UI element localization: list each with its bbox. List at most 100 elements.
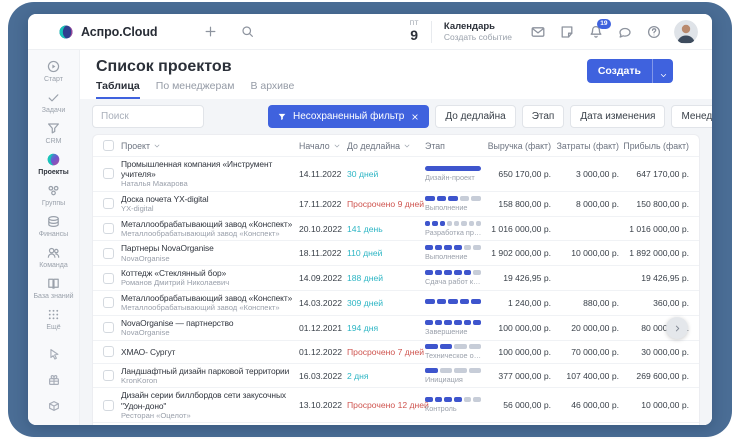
- project-title[interactable]: ХМАО- Сургут: [121, 347, 295, 357]
- filter-button[interactable]: До дедлайна: [435, 105, 515, 128]
- row-checkbox[interactable]: [103, 322, 114, 333]
- active-filter-chip[interactable]: Несохраненный фильтр: [268, 105, 429, 128]
- sidebar-item-start[interactable]: Старт: [28, 56, 79, 87]
- table-row[interactable]: Коттедж «Стеклянный бор»Романов Дмитрий …: [93, 266, 699, 291]
- stage-cell: Техническое оснащение: [425, 344, 485, 360]
- stage-progress-bar: [425, 299, 481, 304]
- calendar-create-event[interactable]: Создать событие: [444, 32, 512, 42]
- chevron-down-icon: [333, 142, 341, 150]
- user-avatar[interactable]: [674, 20, 698, 44]
- row-checkbox[interactable]: [103, 273, 114, 284]
- row-checkbox[interactable]: [103, 400, 114, 411]
- row-checkbox[interactable]: [103, 198, 114, 209]
- stage-segment: [435, 270, 443, 275]
- row-checkbox[interactable]: [103, 297, 114, 308]
- app-logo[interactable]: Аспро.Cloud: [58, 24, 157, 40]
- stage-segment: [425, 344, 438, 349]
- project-title[interactable]: Металлообрабатывающий завод «Конспект»: [121, 293, 295, 303]
- project-title[interactable]: Ландшафтный дизайн парковой территории: [121, 366, 295, 376]
- column-header-label: Этап: [425, 141, 445, 151]
- sidebar-item-finance[interactable]: Финансы: [28, 211, 79, 242]
- table-row[interactable]: Металлообрабатывающий завод «Конспект»Ме…: [93, 291, 699, 316]
- calendar-widget[interactable]: Календарь Создать событие: [444, 21, 512, 43]
- column-header[interactable]: Этап: [425, 141, 485, 151]
- project-title[interactable]: Дизайн серии биллбордов сети закусочных …: [121, 390, 295, 410]
- column-header[interactable]: Начало: [299, 141, 343, 151]
- search-icon[interactable]: [240, 24, 255, 39]
- calendar-date[interactable]: ПТ 9: [409, 21, 418, 43]
- sidebar-item-label: Старт: [44, 76, 63, 84]
- project-title[interactable]: Промышленная компания «Инструмент учител…: [121, 159, 295, 179]
- tab-table[interactable]: Таблица: [96, 80, 140, 99]
- project-subtitle: Романов Дмитрий Николаевич: [121, 279, 295, 288]
- projects-icon: [46, 152, 61, 167]
- filter-button[interactable]: Этап: [522, 105, 565, 128]
- logo-icon: [58, 24, 74, 40]
- stage-label: Дизайн-проект: [425, 173, 483, 182]
- column-header[interactable]: Затраты (факт): [555, 141, 619, 151]
- select-all-checkbox[interactable]: [103, 140, 114, 151]
- gift-icon[interactable]: [47, 373, 61, 387]
- bell-button[interactable]: 19: [588, 24, 604, 40]
- topbar: Аспро.Cloud ПТ 9 Календарь Создать событ…: [28, 14, 712, 50]
- table-row[interactable]: Ландшафтный дизайн парковой территорииKr…: [93, 364, 699, 389]
- row-checkbox[interactable]: [103, 346, 114, 357]
- note-button[interactable]: [559, 24, 575, 40]
- table-row[interactable]: Металлообрабатывающий завод «Конспект»Ме…: [93, 217, 699, 242]
- sidebar-item-more[interactable]: Ещё: [28, 304, 79, 335]
- scroll-right-button[interactable]: [666, 317, 688, 339]
- create-dropdown-toggle[interactable]: [653, 59, 673, 83]
- table-row[interactable]: Дизайн интерьера апартаментов на Винницк…: [93, 423, 699, 425]
- row-checkbox[interactable]: [103, 248, 114, 259]
- revenue-value: 1 902 000,00 р.: [489, 248, 551, 258]
- tab-by-managers[interactable]: По менеджерам: [156, 80, 235, 99]
- deadline-value: 309 дней: [347, 298, 421, 308]
- table-row[interactable]: Партнеры NovaOrganiseNovaOrganise18.11.2…: [93, 241, 699, 266]
- filter-button[interactable]: Дата изменения: [570, 105, 665, 128]
- sidebar-item-groups[interactable]: Группы: [28, 180, 79, 211]
- quick-add-icon[interactable]: [203, 24, 218, 39]
- table-row[interactable]: NovaOrganise — партнерствоNovaOrganise01…: [93, 316, 699, 341]
- sidebar-item-projects[interactable]: Проекты: [28, 149, 79, 180]
- table-row[interactable]: ХМАО- Сургут01.12.2022Просрочено 7 днейТ…: [93, 341, 699, 364]
- project-title[interactable]: Коттедж «Стеклянный бор»: [121, 268, 295, 278]
- stage-cell: Инициация: [425, 368, 485, 384]
- page-settings-gear-icon[interactable]: [683, 64, 698, 79]
- chat-button[interactable]: [617, 24, 633, 40]
- sidebar-item-tasks[interactable]: Задачи: [28, 87, 79, 118]
- sidebar-item-kb[interactable]: База знаний: [28, 273, 79, 304]
- project-title[interactable]: Металлообрабатывающий завод «Конспект»: [121, 219, 295, 229]
- stage-segment: [437, 196, 447, 201]
- box-icon[interactable]: [47, 399, 61, 413]
- table-row[interactable]: Доска почета YX-digitalYX-digital17.11.2…: [93, 192, 699, 217]
- column-header[interactable]: Прибыль (факт): [623, 141, 689, 151]
- row-checkbox[interactable]: [103, 223, 114, 234]
- help-button[interactable]: [646, 24, 662, 40]
- column-header[interactable]: До дедлайна: [347, 141, 421, 151]
- costs-value: 10 000,00 р.: [555, 248, 619, 258]
- table-row[interactable]: Дизайн серии биллбордов сети закусочных …: [93, 388, 699, 423]
- project-title[interactable]: NovaOrganise — партнерство: [121, 318, 295, 328]
- project-cell: Промышленная компания «Инструмент учител…: [121, 159, 295, 189]
- stage-progress-bar: [425, 245, 481, 250]
- column-header[interactable]: Выручка (факт): [489, 141, 551, 151]
- search-input[interactable]: [92, 105, 204, 128]
- sidebar-item-team[interactable]: Команда: [28, 242, 79, 273]
- close-icon[interactable]: [410, 112, 420, 122]
- tab-archive[interactable]: В архиве: [250, 80, 294, 99]
- project-title[interactable]: Партнеры NovaOrganise: [121, 243, 295, 253]
- project-title[interactable]: Доска почета YX-digital: [121, 194, 295, 204]
- create-button[interactable]: Создать: [587, 59, 673, 83]
- more-icon: [46, 307, 61, 322]
- column-header[interactable]: Проект: [121, 141, 295, 151]
- pointer-icon[interactable]: [47, 347, 61, 361]
- table-row[interactable]: Промышленная компания «Инструмент учител…: [93, 157, 699, 192]
- calendar-day: 9: [410, 28, 418, 42]
- sidebar-item-label: База знаний: [33, 293, 73, 301]
- filter-button[interactable]: Менеджер: [671, 105, 712, 128]
- sidebar-item-crm[interactable]: CRM: [28, 118, 79, 149]
- mail-button[interactable]: [530, 24, 546, 40]
- row-checkbox[interactable]: [103, 370, 114, 381]
- row-checkbox[interactable]: [103, 168, 114, 179]
- stage-segment: [454, 270, 462, 275]
